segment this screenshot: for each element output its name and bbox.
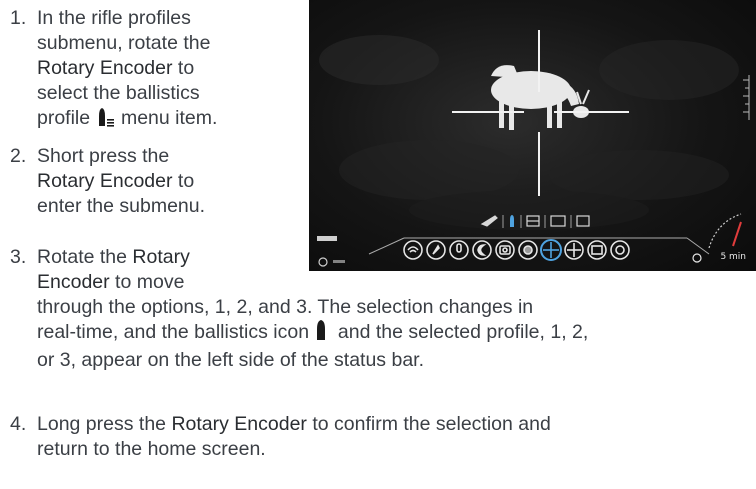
- compass-icon: [426, 240, 446, 260]
- step-text: real-time, and the ballistics icon: [37, 321, 315, 343]
- step-text-line: real-time, and the ballistics icon and t…: [37, 320, 752, 348]
- step-text-line: In the rifle profiles: [37, 7, 191, 29]
- step-text-line: Short press the: [37, 145, 170, 167]
- step-number: 1.: [10, 7, 27, 29]
- timer-icon: [692, 253, 702, 263]
- rotary-encoder-term: Rotary Encoder: [171, 413, 307, 435]
- step-text-line: select the ballistics: [37, 82, 200, 104]
- step-text-line: through the options, 1, 2, and 3. The se…: [37, 296, 534, 318]
- microphone-icon: [449, 240, 469, 260]
- step-text: to: [172, 170, 195, 192]
- step-text-line: Encoder to move: [37, 270, 752, 295]
- rotary-encoder-term: Rotary: [132, 246, 190, 268]
- target-icon: [318, 257, 328, 267]
- thermal-scope-screen: 5 min: [309, 0, 756, 271]
- step-text: and the selected profile, 1, 2,: [332, 321, 589, 343]
- step-text: to: [172, 57, 195, 79]
- step-text: to move: [109, 271, 185, 293]
- bullet-icon: [316, 320, 326, 348]
- step-text-line: Long press the Rotary Encoder to confirm…: [37, 412, 752, 437]
- zoom-scale: [743, 75, 750, 120]
- wifi-icon: [403, 240, 423, 260]
- step-text-line: submenu, rotate the: [37, 32, 211, 54]
- rangefinder-gauge: [708, 213, 742, 249]
- settings-icon: [610, 240, 630, 260]
- step-text-line: enter the submenu.: [37, 195, 206, 217]
- step-text: profile: [37, 107, 96, 129]
- rotary-encoder-term: Encoder: [37, 271, 110, 293]
- step-text-line: Rotary Encoder to: [37, 169, 302, 194]
- night-mode-icon: [472, 240, 492, 260]
- gallery-icon: [587, 240, 607, 260]
- step-number: 4.: [10, 413, 27, 435]
- main-menu-bar: [368, 237, 710, 261]
- reticle-selected-icon: [540, 239, 562, 261]
- step-number: 3.: [10, 246, 27, 268]
- ballistics-profile-icon: [510, 215, 514, 227]
- step-text: to confirm the selection and: [306, 413, 551, 435]
- color-palette-icon: [518, 240, 538, 260]
- camera-icon: [495, 240, 515, 260]
- step-number: 2.: [10, 145, 27, 167]
- rotary-encoder-term: Rotary Encoder: [37, 170, 173, 192]
- step-text-line: Rotary Encoder to: [37, 56, 302, 81]
- step-text-line: return to the home screen.: [37, 438, 266, 460]
- step-text: menu item.: [115, 107, 218, 129]
- menu-icons: [403, 239, 630, 261]
- thermal-background-texture: [319, 35, 739, 230]
- step-text-line: profile menu item.: [37, 106, 302, 134]
- step-text: Rotate the: [37, 246, 133, 268]
- battery-icon: [317, 236, 337, 241]
- status-left: [317, 236, 345, 267]
- timer-label: 5 min: [720, 252, 746, 262]
- crosshair-icon: [564, 240, 584, 260]
- ballistics-profile-icon: [96, 107, 116, 134]
- step-text: Long press the: [37, 413, 172, 435]
- rotary-encoder-term: Rotary Encoder: [37, 57, 173, 79]
- step-text-line: or 3, appear on the left side of the sta…: [37, 349, 425, 371]
